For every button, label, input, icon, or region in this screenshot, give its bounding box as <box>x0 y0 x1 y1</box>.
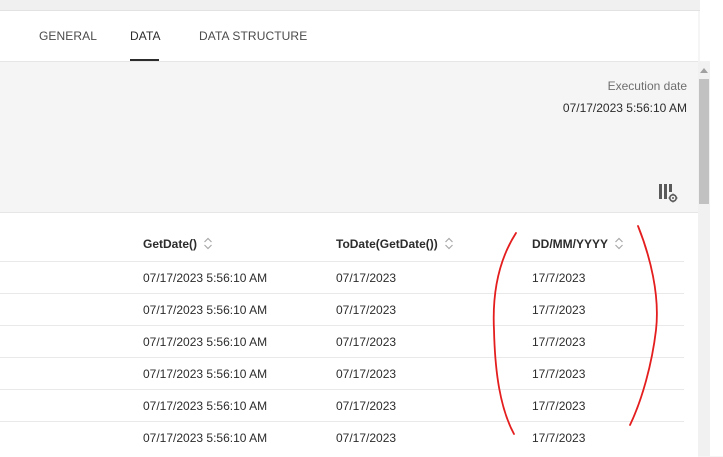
cell-ddmmyyyy: 17/7/2023 <box>532 399 586 413</box>
cell-todate: 07/17/2023 <box>336 399 397 413</box>
column-settings-button[interactable] <box>658 183 678 203</box>
cell-todate: 07/17/2023 <box>336 431 397 445</box>
table-header: GetDate() ToDate(GetDate()) DD/MM/YYYY <box>0 213 698 261</box>
cell-ddmmyyyy: 17/7/2023 <box>532 303 586 317</box>
cell-getdate: 07/17/2023 5:56:10 AM <box>143 399 268 413</box>
cell-getdate: 07/17/2023 5:56:10 AM <box>143 303 268 317</box>
scroll-up-arrow-icon[interactable] <box>699 66 709 74</box>
cell-todate: 07/17/2023 <box>336 303 397 317</box>
table-row[interactable]: 07/17/2023 5:56:10 AM 07/17/2023 17/7/20… <box>0 389 684 422</box>
active-tab-indicator <box>130 59 159 61</box>
tab-bar: GENERAL DATA DATA STRUCTURE <box>0 11 698 62</box>
cell-ddmmyyyy: 17/7/2023 <box>532 431 586 445</box>
execution-date-value: 07/17/2023 5:56:10 AM <box>562 101 687 115</box>
window-top-strip <box>0 0 700 11</box>
tab-data-structure[interactable]: DATA STRUCTURE <box>199 11 307 61</box>
table-row[interactable]: 07/17/2023 5:56:10 AM 07/17/2023 17/7/20… <box>0 357 684 390</box>
cell-getdate: 07/17/2023 5:56:10 AM <box>143 431 268 445</box>
cell-ddmmyyyy: 17/7/2023 <box>532 367 586 381</box>
table-row[interactable]: 07/17/2023 5:56:10 AM 07/17/2023 17/7/20… <box>0 261 684 294</box>
top-right-background <box>700 0 710 61</box>
cell-todate: 07/17/2023 <box>336 335 397 349</box>
column-settings-icon <box>659 184 678 203</box>
cell-todate: 07/17/2023 <box>336 271 397 285</box>
execution-date-label: Execution date <box>607 79 687 93</box>
tab-data[interactable]: DATA <box>130 11 161 61</box>
table-row[interactable]: 07/17/2023 5:56:10 AM 07/17/2023 17/7/20… <box>0 293 684 326</box>
cell-getdate: 07/17/2023 5:56:10 AM <box>143 335 268 349</box>
window-right-edge <box>710 0 723 456</box>
cell-getdate: 07/17/2023 5:56:10 AM <box>143 271 268 285</box>
sort-icon <box>204 237 212 250</box>
table-row[interactable]: 07/17/2023 5:56:10 AM 07/17/2023 17/7/20… <box>0 325 684 358</box>
column-header-todate[interactable]: ToDate(GetDate()) <box>336 213 454 261</box>
table-row[interactable]: 07/17/2023 5:56:10 AM 07/17/2023 17/7/20… <box>0 421 684 454</box>
column-header-ddmmyyyy[interactable]: DD/MM/YYYY <box>532 213 624 261</box>
cell-todate: 07/17/2023 <box>336 367 397 381</box>
sort-icon <box>615 237 623 250</box>
tab-general[interactable]: GENERAL <box>39 11 97 61</box>
cell-ddmmyyyy: 17/7/2023 <box>532 271 586 285</box>
cell-ddmmyyyy: 17/7/2023 <box>532 335 586 349</box>
column-header-getdate[interactable]: GetDate() <box>143 213 213 261</box>
sort-icon <box>444 237 453 250</box>
column-header-label: DD/MM/YYYY <box>532 237 609 251</box>
column-header-label: GetDate() <box>143 237 198 251</box>
vertical-scrollbar-thumb[interactable] <box>699 79 709 204</box>
cell-getdate: 07/17/2023 5:56:10 AM <box>143 367 268 381</box>
column-header-label: ToDate(GetDate()) <box>336 237 438 251</box>
data-table: GetDate() ToDate(GetDate()) DD/MM/YYYY 0… <box>0 212 698 457</box>
